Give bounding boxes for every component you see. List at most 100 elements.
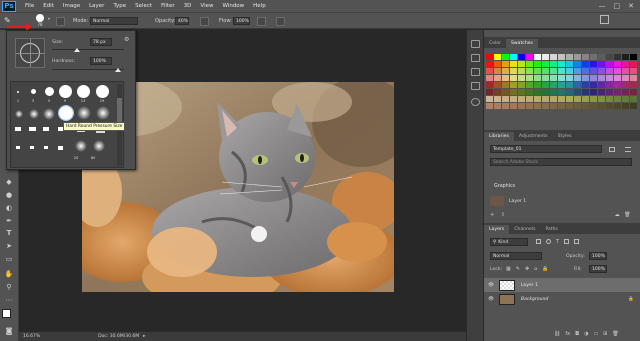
hardness-slider[interactable] [52,69,124,70]
opacity-field[interactable]: 40% [175,17,189,25]
color-swatch[interactable] [534,61,541,67]
color-swatch[interactable] [606,96,613,102]
zoom-level[interactable]: 16.67% [23,334,40,339]
tab-styles[interactable]: Styles [553,132,577,141]
brush-preset[interactable] [29,109,39,119]
color-swatch[interactable] [510,68,517,74]
type-icon[interactable]: T [4,228,14,238]
dodge-icon[interactable]: ◐ [4,203,14,213]
lock-icons[interactable]: ▦ ✎ ✥ ⌂ 🔒 [506,266,549,272]
color-swatch[interactable] [518,103,525,109]
color-swatch[interactable] [534,103,541,109]
color-swatch[interactable] [598,61,605,67]
color-swatch[interactable] [630,75,637,81]
color-swatch[interactable] [502,75,509,81]
quick-mask-icon[interactable]: ◙ [4,326,14,336]
color-swatch[interactable] [502,89,509,95]
menu-layer[interactable]: Layer [89,3,104,9]
tab-swatches[interactable]: Swatches [506,39,538,48]
color-swatch[interactable] [526,96,533,102]
color-swatch[interactable] [542,68,549,74]
path-select-icon[interactable]: ➤ [4,241,14,251]
status-arrow-icon[interactable]: ▸ [143,334,145,339]
properties-icon[interactable] [471,54,480,62]
color-swatch[interactable] [486,103,493,109]
color-swatch[interactable] [502,103,509,109]
color-swatch[interactable] [590,103,597,109]
brush-preset[interactable] [96,85,109,98]
color-swatch[interactable] [486,89,493,95]
history-icon[interactable] [471,40,480,48]
color-swatch[interactable] [486,82,493,88]
color-swatch[interactable] [526,89,533,95]
brush-preset[interactable] [30,146,34,149]
color-swatch[interactable] [518,54,525,60]
color-swatch[interactable] [622,61,629,67]
color-swatch[interactable] [630,103,637,109]
color-swatch[interactable] [606,82,613,88]
color-swatch[interactable] [582,75,589,81]
brush-preset[interactable] [44,146,48,149]
layer-kind-filter[interactable]: ⚲ Kind [490,238,528,246]
workspace-icon[interactable] [600,15,609,24]
zoom-icon[interactable]: ⚲ [4,282,14,292]
brush-preset[interactable] [77,106,91,120]
grid-view-icon[interactable] [609,147,615,152]
color-swatch[interactable] [534,89,541,95]
tab-color[interactable]: Color [484,39,506,48]
brush-preset[interactable] [29,127,36,131]
color-swatch[interactable] [630,61,637,67]
eye-icon[interactable]: 👁 [488,283,494,288]
color-swatch[interactable] [534,68,541,74]
color-swatch[interactable] [510,103,517,109]
adjustment-icon[interactable]: ◑ [584,331,588,337]
chevron-down-icon[interactable]: ▾ [48,16,50,21]
link-icon[interactable]: ⛓ [554,331,560,337]
color-swatch[interactable] [622,54,629,60]
color-swatch[interactable] [526,75,533,81]
color-swatch[interactable] [558,75,565,81]
paragraph-icon[interactable] [471,82,480,90]
stock-search-input[interactable]: Search Adobe Stock [490,158,632,166]
color-swatch[interactable] [502,61,509,67]
layer-filter-icons[interactable]: T [536,239,626,245]
color-swatch[interactable] [590,61,597,67]
color-swatch[interactable] [550,96,557,102]
color-swatch[interactable] [510,54,517,60]
color-swatch[interactable] [598,82,605,88]
rectangle-icon[interactable]: ▭ [4,254,14,264]
color-swatch[interactable] [566,68,573,74]
color-swatch[interactable] [614,54,621,60]
color-swatch[interactable] [526,103,533,109]
color-swatch[interactable] [590,89,597,95]
color-swatch[interactable] [542,75,549,81]
fill-field[interactable]: 100% [589,265,607,273]
color-swatch[interactable] [630,54,637,60]
color-swatch[interactable] [486,68,493,74]
library-dropdown[interactable]: Template_01 [490,145,602,153]
color-swatch[interactable] [590,75,597,81]
color-swatch[interactable] [494,103,501,109]
list-view-icon[interactable] [625,147,631,152]
color-swatch[interactable] [598,103,605,109]
add-content-icon[interactable]: + [490,212,494,218]
color-swatch[interactable] [622,103,629,109]
color-swatch[interactable] [542,54,549,60]
color-swatch[interactable] [574,61,581,67]
menu-image[interactable]: Image [63,3,80,9]
menu-type[interactable]: Type [113,3,126,9]
color-swatch[interactable] [526,82,533,88]
brush-preset[interactable] [93,140,105,152]
more-tools-icon[interactable]: ⋯ [4,295,14,305]
hand-icon[interactable]: ✋ [4,269,14,279]
color-swatch[interactable] [614,82,621,88]
brush-preset[interactable] [59,85,72,98]
color-swatch[interactable] [502,82,509,88]
color-swatch[interactable] [606,75,613,81]
color-swatch[interactable] [574,68,581,74]
color-swatch[interactable] [590,96,597,102]
menu-file[interactable]: File [25,3,34,9]
color-swatch[interactable] [622,96,629,102]
color-swatch[interactable] [590,54,597,60]
paint-bucket-icon[interactable]: ◆ [4,177,14,187]
